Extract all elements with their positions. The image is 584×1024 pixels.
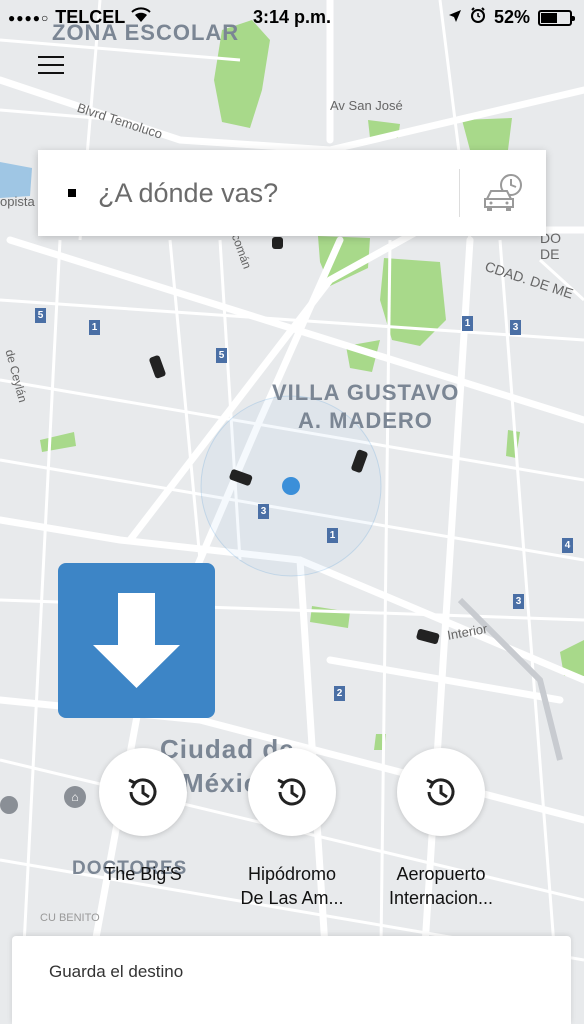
scheduled-car-icon bbox=[484, 174, 522, 211]
recent-destination[interactable]: The Big'S bbox=[63, 748, 223, 886]
history-icon-button[interactable] bbox=[99, 748, 187, 836]
road-badge: 1 bbox=[462, 316, 473, 331]
destination-marker-icon bbox=[68, 189, 76, 197]
road-badge: 5 bbox=[216, 348, 227, 363]
road-badge: 4 bbox=[562, 538, 573, 553]
road-badge: 1 bbox=[89, 320, 100, 335]
map-label: DO DE bbox=[540, 230, 561, 262]
map-label: VILLA GUSTAVO bbox=[272, 380, 460, 405]
road-badge: 1 bbox=[327, 528, 338, 543]
current-location-dot bbox=[282, 477, 300, 495]
road-badge: 3 bbox=[513, 594, 524, 609]
park-area bbox=[462, 118, 512, 150]
map-label: CU BENITO bbox=[40, 912, 100, 924]
map-label: opista bbox=[0, 194, 35, 209]
save-destination-card[interactable]: Guarda el destino bbox=[12, 936, 571, 1024]
history-icon-button[interactable] bbox=[248, 748, 336, 836]
map-label: A. MADERO bbox=[298, 408, 433, 433]
save-destination-label: Guarda el destino bbox=[49, 962, 184, 981]
landmark-icon[interactable] bbox=[0, 796, 18, 814]
recent-destination-label: The Big'S bbox=[104, 864, 182, 884]
recent-destination[interactable]: Aeropuerto Internacion... bbox=[361, 748, 521, 910]
history-icon bbox=[128, 778, 157, 806]
status-right: 52% bbox=[448, 7, 575, 28]
recent-destination[interactable]: Hipódromo De Las Am... bbox=[212, 748, 372, 910]
road-badge: 3 bbox=[258, 504, 269, 519]
down-arrow-icon bbox=[93, 593, 180, 688]
alarm-icon bbox=[470, 7, 486, 28]
download-overlay-button[interactable] bbox=[58, 563, 215, 718]
road-badge: 5 bbox=[35, 308, 46, 323]
battery-icon bbox=[538, 9, 575, 26]
history-icon bbox=[277, 778, 306, 806]
recent-destination-label: Aeropuerto Internacion... bbox=[388, 864, 494, 908]
status-bar: ●●●●○ TELCEL 3:14 p.m. 52% bbox=[0, 0, 584, 34]
menu-button[interactable] bbox=[38, 54, 64, 76]
recent-destination-label: Hipódromo De Las Am... bbox=[240, 864, 344, 908]
hamburger-icon bbox=[38, 56, 64, 58]
location-arrow-icon bbox=[448, 7, 462, 28]
road-badge: 2 bbox=[334, 686, 345, 701]
water-area bbox=[0, 162, 32, 198]
map-label: Av San José bbox=[330, 98, 403, 113]
battery-percent: 52% bbox=[493, 7, 530, 27]
history-icon-button[interactable] bbox=[397, 748, 485, 836]
car-icon bbox=[272, 237, 283, 249]
destination-input[interactable]: ¿A dónde vas? bbox=[98, 178, 459, 209]
destination-search-bar[interactable]: ¿A dónde vas? bbox=[38, 150, 546, 236]
history-icon bbox=[426, 778, 455, 806]
schedule-ride-button[interactable] bbox=[460, 150, 546, 236]
road-badge: 3 bbox=[510, 320, 521, 335]
